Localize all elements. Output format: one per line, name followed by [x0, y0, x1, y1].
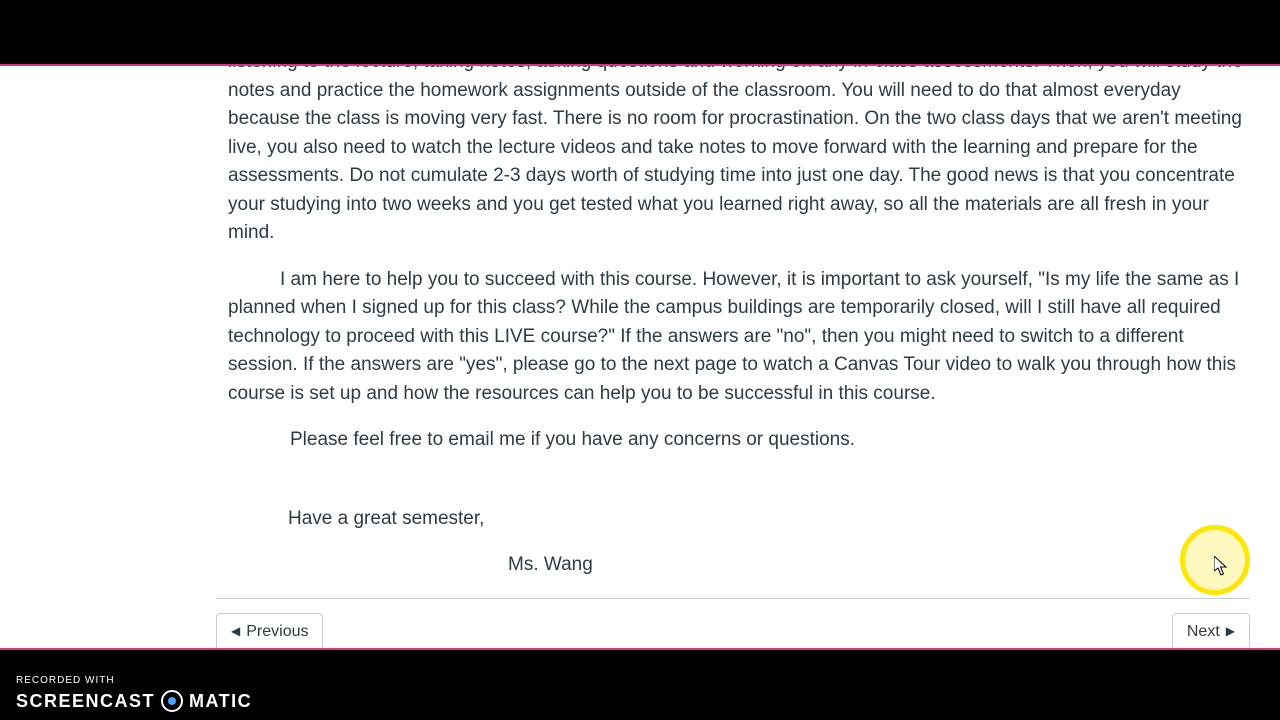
paragraph-self-check: I am here to help you to succeed with th…: [228, 266, 1250, 409]
chevron-left-icon: ◀: [231, 625, 240, 637]
paragraph-closing: Have a great semester,: [228, 505, 1250, 534]
watermark-word1: SCREENCAST: [16, 692, 155, 710]
next-button[interactable]: Next ▶: [1172, 613, 1250, 649]
paragraph-email: Please feel free to email me if you have…: [228, 426, 1250, 455]
previous-label: Previous: [246, 623, 308, 641]
paragraph-study-habits: listening to the lecture, taking notes, …: [228, 66, 1250, 248]
video-top-bar: [0, 0, 1280, 64]
watermark-word2: MATIC: [189, 692, 252, 710]
video-bottom-bar: RECORDED WITH SCREENCAST MATIC: [0, 650, 1280, 720]
previous-button[interactable]: ◀ Previous: [216, 613, 323, 649]
chevron-right-icon: ▶: [1226, 625, 1235, 637]
page-nav: ◀ Previous Next ▶: [216, 613, 1250, 649]
paragraph-signature: Ms. Wang: [228, 551, 1250, 580]
next-label: Next: [1187, 623, 1220, 641]
screencast-watermark: RECORDED WITH SCREENCAST MATIC: [16, 676, 252, 712]
page-content: listening to the lecture, taking notes, …: [0, 66, 1280, 648]
record-icon: [161, 690, 183, 712]
watermark-line1: RECORDED WITH: [16, 676, 252, 686]
document-body: listening to the lecture, taking notes, …: [228, 66, 1250, 580]
nav-divider: [216, 598, 1250, 599]
